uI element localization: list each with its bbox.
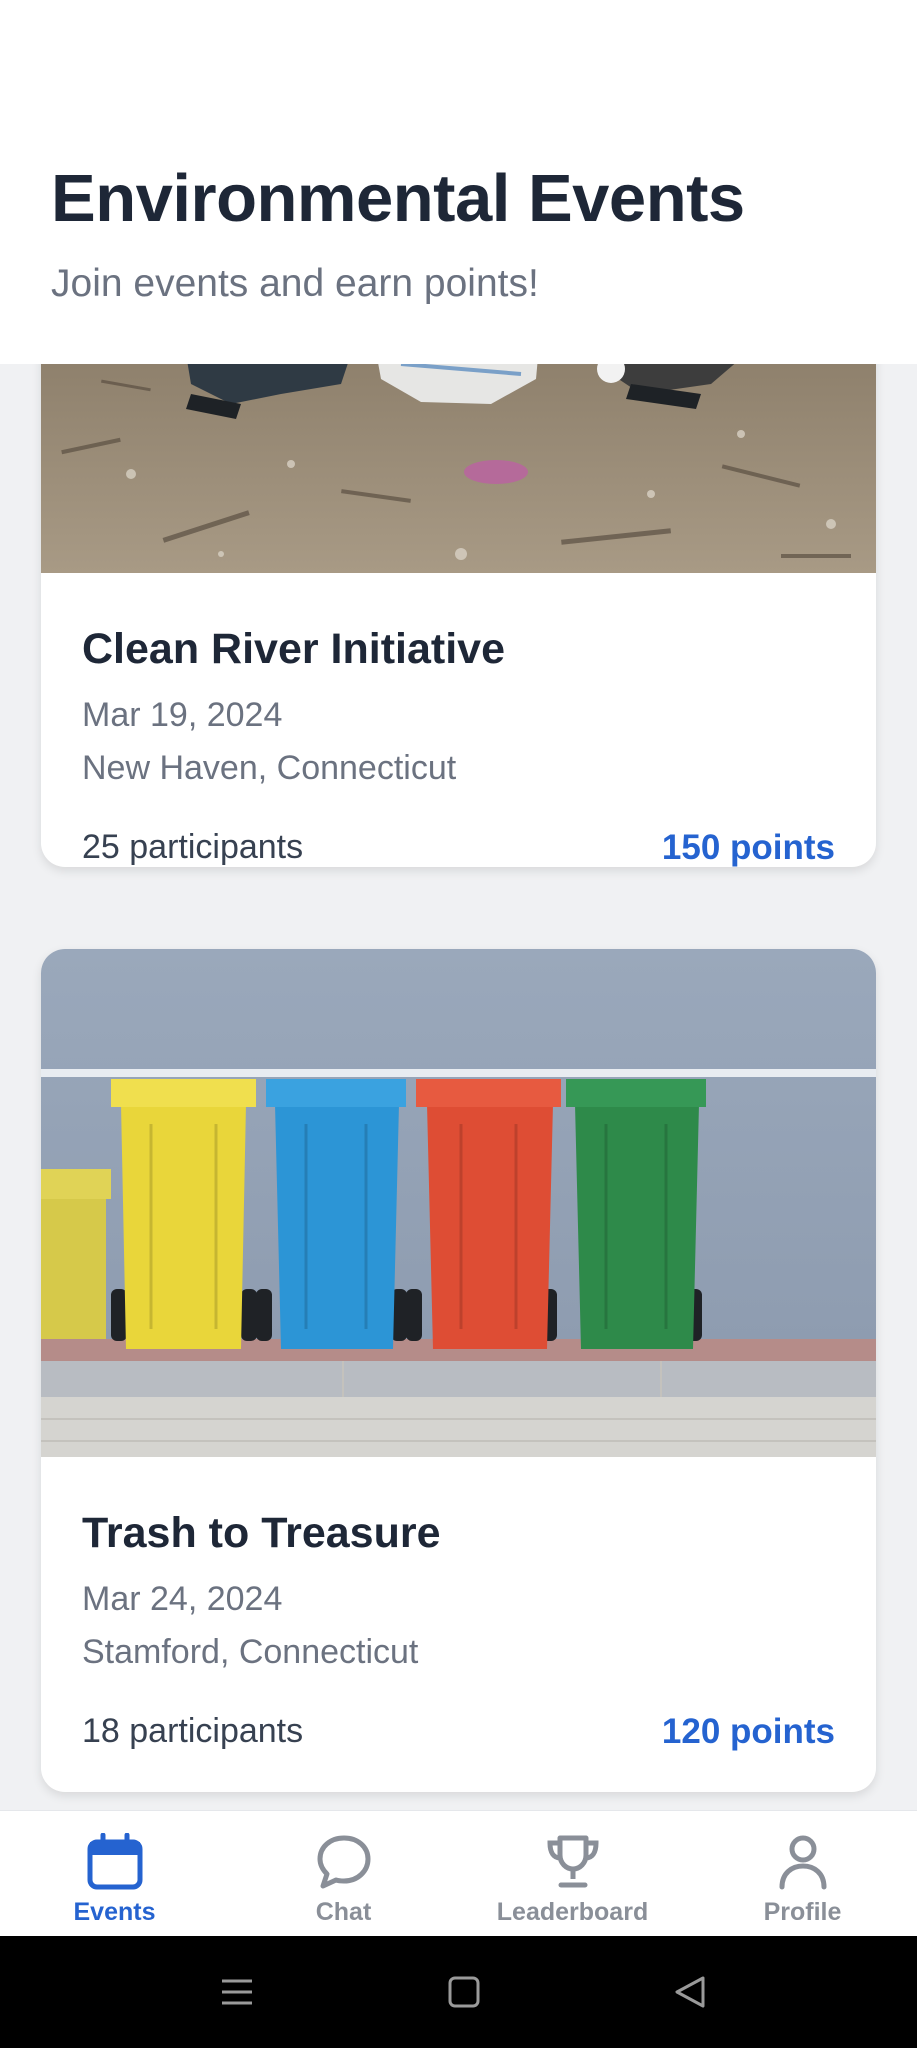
- event-title: Trash to Treasure: [82, 1509, 441, 1557]
- event-card[interactable]: Trash to Treasure Mar 24, 2024 Stamford,…: [41, 949, 876, 1792]
- chat-bubble-icon: [317, 1835, 370, 1889]
- nav-leaderboard[interactable]: Leaderboard: [458, 1811, 687, 1937]
- nav-profile[interactable]: Profile: [688, 1811, 917, 1937]
- home-button[interactable]: [404, 1936, 524, 2048]
- nav-label: Events: [73, 1898, 156, 1926]
- nav-events[interactable]: Events: [0, 1811, 229, 1937]
- calendar-icon: [87, 1833, 142, 1890]
- points-value: 150 points: [661, 828, 835, 867]
- events-screen: Environmental Events Join events and ear…: [0, 0, 917, 2048]
- event-location: New Haven, Connecticut: [82, 749, 457, 787]
- page-title: Environmental Events: [51, 161, 745, 236]
- recents-button[interactable]: [177, 1936, 297, 2048]
- page-header: Environmental Events Join events and ear…: [0, 0, 917, 364]
- home-square-icon: [448, 1976, 480, 2008]
- participants-count: 18 participants: [82, 1712, 304, 1750]
- event-image: [41, 364, 876, 573]
- event-date: Mar 19, 2024: [82, 696, 283, 734]
- menu-lines-icon: [222, 1979, 252, 2005]
- bottom-navigation: Events Chat Leaderboard Profile: [0, 1810, 917, 1936]
- points-value: 120 points: [661, 1712, 835, 1751]
- event-card[interactable]: Clean River Initiative Mar 19, 2024 New …: [41, 364, 876, 867]
- back-button[interactable]: [630, 1936, 750, 2048]
- event-date: Mar 24, 2024: [82, 1580, 283, 1618]
- nav-label: Profile: [763, 1898, 842, 1926]
- participants-count: 25 participants: [82, 828, 304, 866]
- trophy-icon: [546, 1835, 599, 1888]
- beach-cleanup-photo: [41, 364, 876, 573]
- back-triangle-icon: [675, 1976, 705, 2008]
- events-feed[interactable]: Clean River Initiative Mar 19, 2024 New …: [0, 364, 917, 1810]
- event-location: Stamford, Connecticut: [82, 1633, 419, 1671]
- event-title: Clean River Initiative: [82, 625, 505, 673]
- event-image: [41, 949, 876, 1457]
- page-subtitle: Join events and earn points!: [51, 262, 539, 305]
- system-navigation-bar: [0, 1936, 917, 2048]
- nav-label: Leaderboard: [496, 1898, 649, 1926]
- recycling-bins-photo: [41, 949, 876, 1457]
- nav-chat[interactable]: Chat: [229, 1811, 458, 1937]
- nav-label: Chat: [315, 1898, 372, 1926]
- person-icon: [779, 1835, 826, 1890]
